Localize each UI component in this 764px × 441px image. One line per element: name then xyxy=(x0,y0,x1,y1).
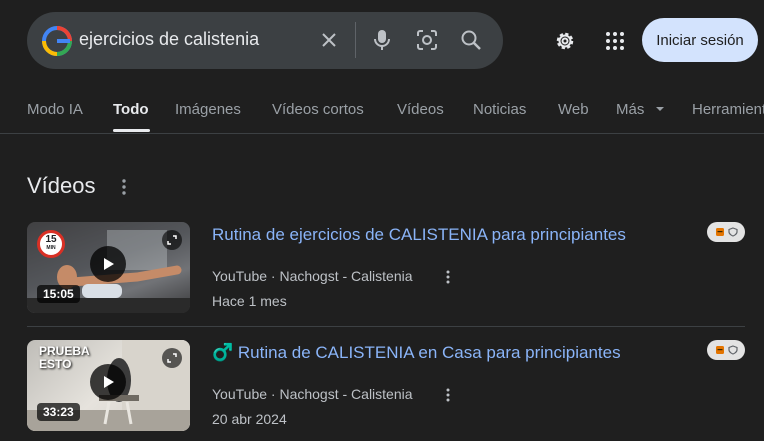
gear-icon[interactable] xyxy=(550,26,580,56)
signin-button[interactable]: Iniciar sesión xyxy=(642,18,758,62)
tab-mas-label: Más xyxy=(616,101,645,118)
search-divider xyxy=(355,22,356,58)
duration-label: 15:05 xyxy=(37,285,80,303)
video-result: 15 MIN 15:05 Rutina de ejercicios de CAL… xyxy=(27,222,745,322)
expand-icon[interactable] xyxy=(162,230,182,250)
mic-icon[interactable] xyxy=(368,26,396,54)
duration-label: 33:23 xyxy=(37,403,80,421)
video-source: YouTube · Nachogst - Calistenia xyxy=(212,268,413,284)
play-icon[interactable] xyxy=(90,364,126,400)
search-box[interactable]: ejercicios de calistenia xyxy=(27,12,503,69)
tab-herramientas[interactable]: Herramientas xyxy=(692,101,764,118)
section-title: Vídeos xyxy=(27,173,96,198)
video-title-link[interactable]: Rutina de ejercicios de CALISTENIA para … xyxy=(212,225,626,245)
thumb-badge-number: 15 xyxy=(45,234,57,245)
video-source: YouTube · Nachogst - Calistenia xyxy=(212,386,413,402)
video-thumbnail[interactable]: 15 MIN 15:05 xyxy=(27,222,190,313)
extension-badge[interactable] xyxy=(707,222,745,242)
tab-mas[interactable]: Más xyxy=(616,101,665,118)
box-icon xyxy=(715,228,724,236)
thumbnail-overlay-text: PRUEBA ESTO xyxy=(39,344,90,371)
search-input[interactable]: ejercicios de calistenia xyxy=(79,29,259,50)
search-tabs: Modo IA Todo Imágenes Vídeos cortos Víde… xyxy=(0,96,764,134)
google-logo-icon xyxy=(42,26,72,56)
tab-todo[interactable]: Todo xyxy=(113,101,149,118)
tab-web[interactable]: Web xyxy=(558,101,589,118)
thumb-badge-unit: MIN xyxy=(46,245,56,251)
shield-icon xyxy=(727,345,738,355)
video-result: PRUEBA ESTO 33:23 ♂️ Rutina de CALISTENI… xyxy=(27,340,745,440)
video-date: Hace 1 mes xyxy=(212,293,287,309)
tab-imagenes[interactable]: Imágenes xyxy=(175,101,241,118)
tab-modo-ia[interactable]: Modo IA xyxy=(27,101,83,118)
expand-icon[interactable] xyxy=(162,348,182,368)
more-options-icon[interactable] xyxy=(443,387,453,403)
video-date: 20 abr 2024 xyxy=(212,411,287,427)
more-options-icon[interactable] xyxy=(117,178,131,196)
video-title-link[interactable]: ♂️ Rutina de CALISTENIA en Casa para pri… xyxy=(212,343,621,363)
extension-badge[interactable] xyxy=(707,340,745,360)
search-icon[interactable] xyxy=(457,26,485,54)
box-icon xyxy=(715,346,724,354)
video-thumbnail[interactable]: PRUEBA ESTO 33:23 xyxy=(27,340,190,431)
active-tab-indicator xyxy=(113,129,150,132)
tab-videos-cortos[interactable]: Vídeos cortos xyxy=(272,101,364,118)
result-divider xyxy=(27,326,745,327)
duration-badge-circle: 15 MIN xyxy=(37,230,65,258)
apps-grid-icon[interactable] xyxy=(600,26,630,56)
tab-videos[interactable]: Vídeos xyxy=(397,101,444,118)
play-icon[interactable] xyxy=(90,246,126,282)
lens-icon[interactable] xyxy=(413,26,441,54)
shield-icon xyxy=(727,227,738,237)
more-options-icon[interactable] xyxy=(443,269,453,285)
chevron-down-icon xyxy=(655,107,664,111)
clear-icon[interactable] xyxy=(315,26,343,54)
tab-noticias[interactable]: Noticias xyxy=(473,101,526,118)
